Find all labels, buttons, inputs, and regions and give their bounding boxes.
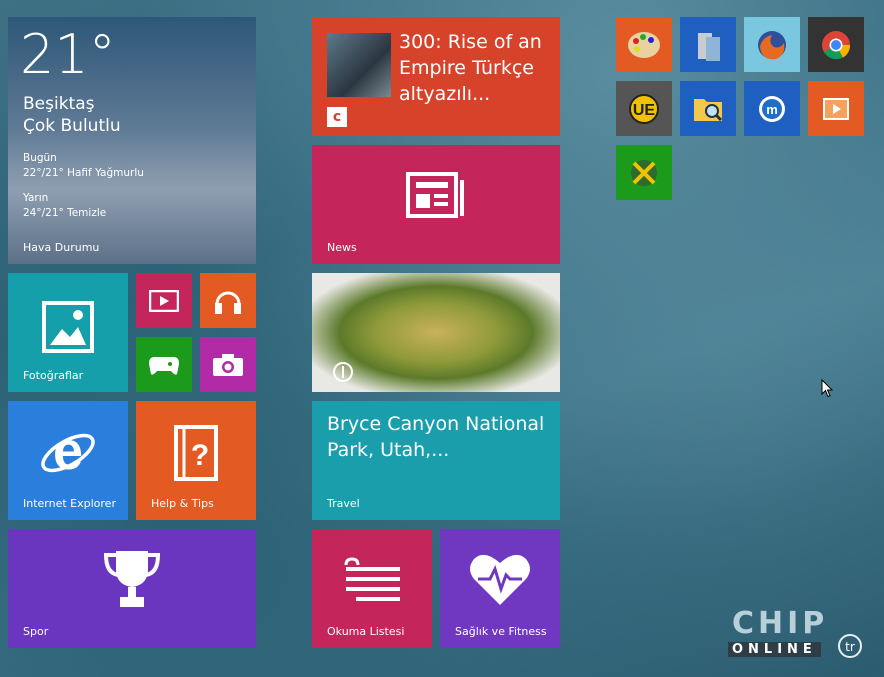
news-live-tile[interactable]: 300: Rise of an Empire Türkçe altyazılı.… (312, 17, 560, 136)
news-headline: 300: Rise of an Empire Türkçe altyazılı.… (399, 31, 542, 105)
weather-city: Beşiktaş (23, 94, 95, 114)
firefox-app-tile[interactable] (744, 17, 800, 72)
news-source-icon: c (327, 107, 347, 127)
news-label: News (327, 241, 357, 254)
internet-explorer-icon: e (41, 423, 95, 481)
trophy-icon (103, 550, 161, 607)
maxthon-icon: m (759, 95, 785, 122)
health-fitness-tile[interactable]: Sağlık ve Fitness (440, 529, 560, 648)
file-search-icon (694, 98, 723, 121)
weather-temperature: 21° (20, 23, 116, 86)
internet-explorer-tile[interactable]: e Internet Explorer (8, 401, 128, 520)
heart-icon (470, 554, 530, 605)
sport-label: Spor (23, 625, 49, 638)
ultraedit-app-tile[interactable]: UE (616, 81, 672, 136)
chrome-icon (822, 30, 851, 59)
weather-today-label: Bugün (23, 152, 57, 164)
weather-app-label: Hava Durumu (23, 241, 100, 254)
chip-online-watermark: CHIP ONLINE tr (728, 606, 863, 662)
headphones-icon (215, 291, 241, 314)
watermark-brand: CHIP (732, 606, 829, 641)
games-tile[interactable] (136, 337, 192, 392)
reading-list-icon (344, 557, 400, 601)
svg-text:UE: UE (633, 102, 656, 119)
music-tile[interactable] (200, 273, 256, 328)
watermark-country: tr (838, 634, 862, 658)
server-icon (698, 32, 720, 61)
photos-label: Fotoğraflar (23, 369, 84, 382)
news-thumbnail-image (327, 33, 391, 97)
weather-tile[interactable]: 21° Beşiktaş Çok Bulutlu Bugün 22°/21° H… (8, 17, 256, 264)
file-search-app-tile[interactable] (680, 81, 736, 136)
camera-icon (213, 353, 243, 376)
photo-icon (42, 300, 94, 353)
media-player-icon (823, 97, 849, 120)
video-tile[interactable] (136, 273, 192, 328)
paint-icon (628, 31, 660, 58)
camera-tile[interactable] (200, 337, 256, 392)
svg-text:e: e (53, 423, 83, 481)
photos-tile[interactable]: Fotoğraflar (8, 273, 128, 392)
weather-tomorrow-forecast: 24°/21° Temizle (23, 207, 107, 219)
chrome-app-tile[interactable] (808, 17, 864, 72)
travel-tile[interactable]: Bryce Canyon National Park, Utah,... Tra… (312, 401, 560, 520)
mouse-cursor-icon (821, 379, 833, 398)
weather-tomorrow-label: Yarın (23, 192, 49, 204)
game-controller-icon (149, 356, 179, 375)
weather-location: Beşiktaş Çok Bulutlu (23, 93, 121, 137)
travel-headline: Bryce Canyon National Park, Utah,... (327, 413, 545, 461)
help-book-icon: ? (174, 425, 218, 482)
xbox-game-app-tile[interactable] (616, 145, 672, 200)
maxthon-app-tile[interactable]: m (744, 81, 800, 136)
firefox-icon (758, 30, 786, 59)
paint-app-tile[interactable] (616, 17, 672, 72)
food-drink-tile[interactable] (312, 273, 560, 392)
news-tile[interactable]: News (312, 145, 560, 264)
weather-condition: Çok Bulutlu (23, 116, 121, 136)
ultraedit-icon: UE (629, 93, 659, 124)
newspaper-icon (406, 171, 464, 218)
reading-list-label: Okuma Listesi (327, 625, 405, 638)
media-player-app-tile[interactable] (808, 81, 864, 136)
watermark-subtitle: ONLINE (728, 642, 821, 657)
server-app-tile[interactable] (680, 17, 736, 72)
health-fitness-label: Sağlık ve Fitness (455, 625, 547, 638)
svg-text:m: m (766, 102, 778, 117)
food-icon (333, 362, 353, 382)
video-icon (149, 289, 179, 312)
help-tips-label: Help & Tips (151, 497, 214, 510)
internet-explorer-label: Internet Explorer (23, 497, 116, 510)
sport-tile[interactable]: Spor (8, 529, 256, 648)
help-tips-tile[interactable]: ? Help & Tips (136, 401, 256, 520)
xbox-game-icon (631, 159, 657, 186)
travel-label: Travel (327, 497, 360, 510)
weather-today-forecast: 22°/21° Hafif Yağmurlu (23, 167, 144, 179)
reading-list-tile[interactable]: Okuma Listesi (312, 529, 432, 648)
svg-text:?: ? (191, 439, 209, 472)
